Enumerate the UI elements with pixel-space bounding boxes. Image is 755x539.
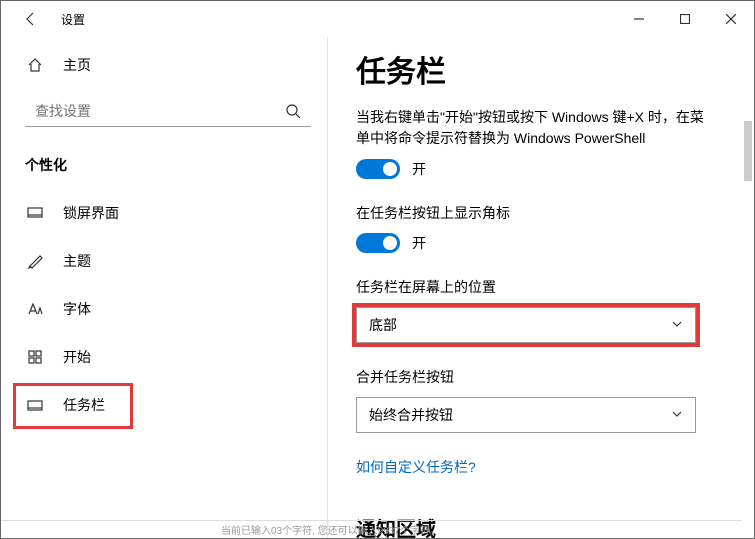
home-nav[interactable]: 主页 — [1, 47, 327, 83]
badge-toggle[interactable] — [356, 233, 400, 253]
powershell-option-label: 当我右键单击"开始"按钮或按下 Windows 键+X 时，在菜单中将命令提示符… — [356, 107, 714, 149]
chevron-down-icon — [671, 407, 683, 423]
start-icon — [25, 349, 45, 365]
sidebar-item-start[interactable]: 开始 — [1, 333, 327, 381]
fonts-icon — [25, 301, 45, 317]
sidebar-item-label: 任务栏 — [63, 395, 105, 415]
sidebar-item-lockscreen[interactable]: 锁屏界面 — [1, 189, 327, 237]
search-icon — [285, 103, 301, 124]
badge-option-label: 在任务栏按钮上显示角标 — [356, 203, 714, 223]
customize-link[interactable]: 如何自定义任务栏? — [356, 457, 476, 477]
status-text: 当前已输入03个字符, 您还可以输入9937个字符。 — [221, 522, 440, 537]
home-icon — [25, 57, 45, 73]
combine-label: 合并任务栏按钮 — [356, 367, 714, 387]
sidebar-item-label: 字体 — [63, 299, 91, 319]
search-input[interactable] — [25, 95, 311, 127]
toggle-state: 开 — [412, 159, 426, 179]
toggle-state: 开 — [412, 233, 426, 253]
scrollbar-thumb[interactable] — [744, 121, 752, 181]
themes-icon — [25, 253, 45, 269]
sidebar-item-label: 主题 — [63, 251, 91, 271]
maximize-button[interactable] — [662, 3, 708, 35]
close-button[interactable] — [708, 3, 754, 35]
main-panel: 任务栏 当我右键单击"开始"按钮或按下 Windows 键+X 时，在菜单中将命… — [328, 37, 754, 538]
sidebar-item-taskbar[interactable]: 任务栏 — [1, 381, 327, 429]
combine-dropdown[interactable]: 始终合并按钮 — [356, 397, 696, 433]
status-bar: 当前已输入03个字符, 您还可以输入9937个字符。 — [1, 520, 742, 538]
sidebar-item-label: 锁屏界面 — [63, 203, 119, 223]
sidebar-item-fonts[interactable]: 字体 — [1, 285, 327, 333]
dropdown-value: 始终合并按钮 — [369, 405, 453, 425]
chevron-down-icon — [671, 317, 683, 333]
taskbar-icon — [25, 397, 45, 413]
page-title: 任务栏 — [356, 47, 714, 91]
position-dropdown[interactable]: 底部 — [356, 307, 696, 343]
sidebar-item-themes[interactable]: 主题 — [1, 237, 327, 285]
minimize-button[interactable] — [616, 3, 662, 35]
sidebar: 主页 个性化 锁屏界面 主题 — [1, 37, 327, 538]
titlebar: 设置 — [1, 1, 754, 37]
home-label: 主页 — [63, 55, 91, 75]
sidebar-item-label: 开始 — [63, 347, 91, 367]
position-label: 任务栏在屏幕上的位置 — [356, 277, 714, 297]
section-title: 个性化 — [25, 155, 327, 175]
powershell-toggle[interactable] — [356, 159, 400, 179]
dropdown-value: 底部 — [369, 315, 397, 335]
back-button[interactable] — [21, 9, 41, 29]
lockscreen-icon — [25, 205, 45, 221]
window-title: 设置 — [61, 11, 85, 28]
